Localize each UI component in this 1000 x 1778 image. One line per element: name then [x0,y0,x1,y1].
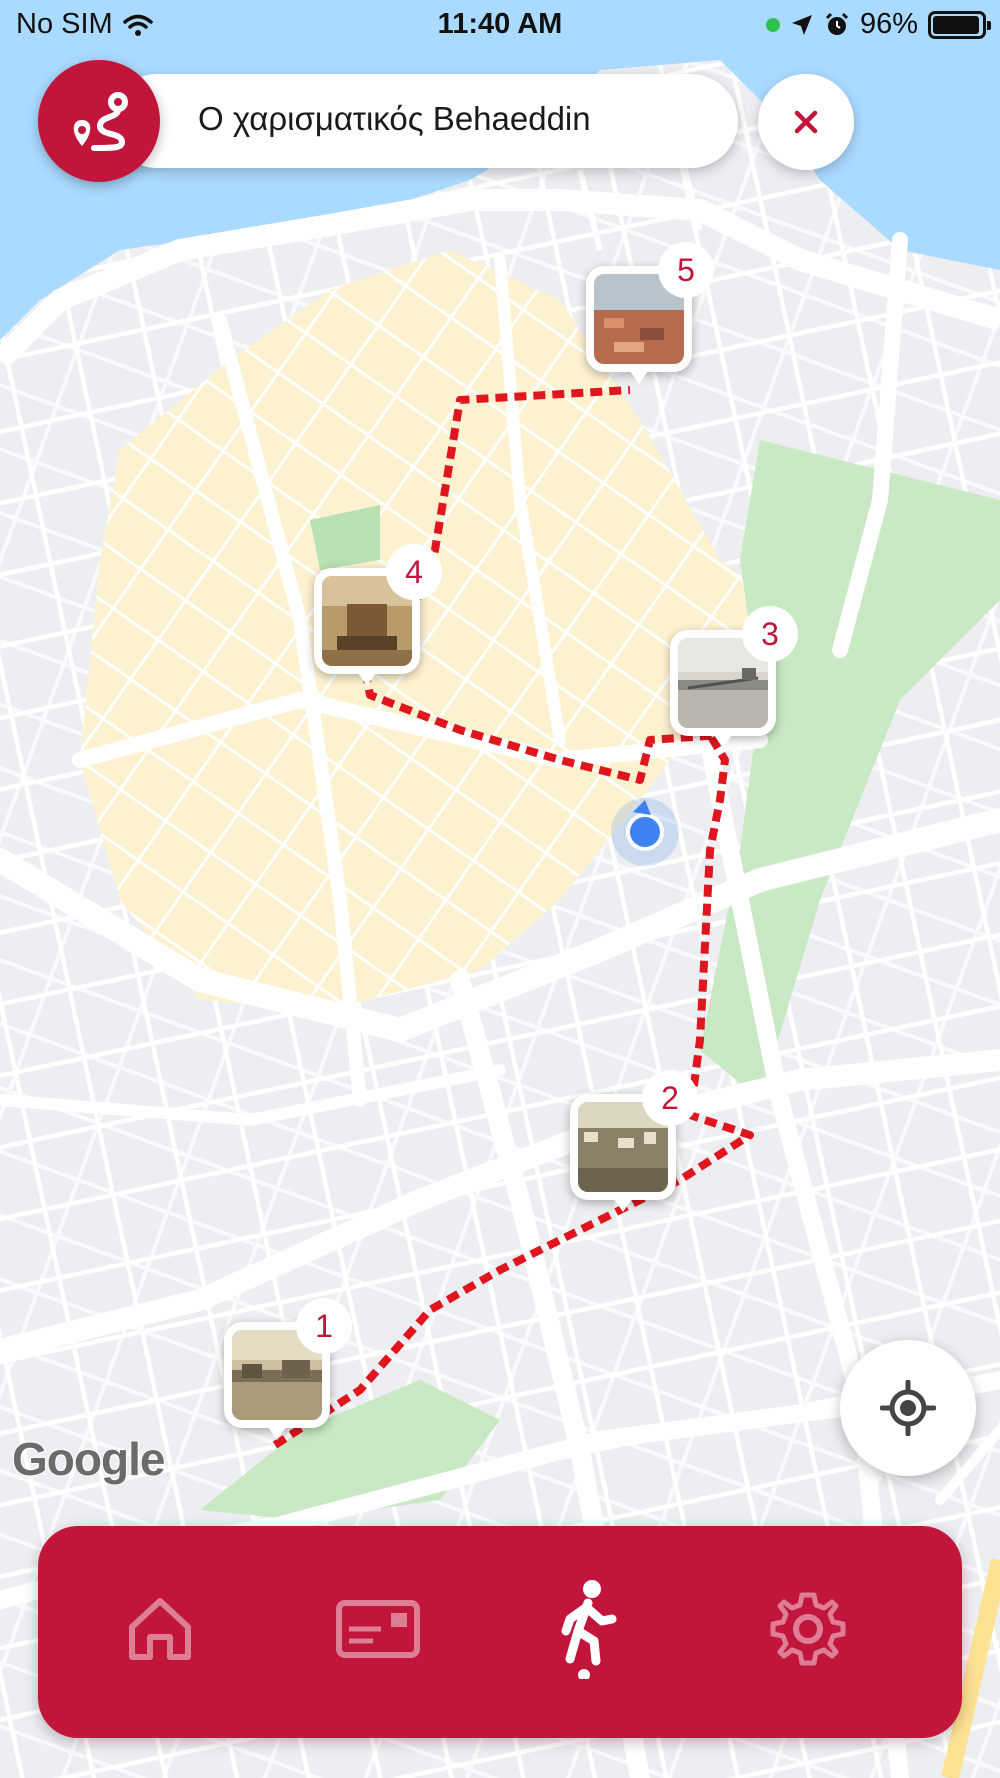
stop-marker-4[interactable]: 4 [314,544,442,686]
stop-number-badge: 5 [658,242,714,298]
attribution-text: Google [11,1432,166,1486]
battery-icon [928,10,991,39]
google-attribution: Google [11,1432,166,1486]
route-icon [73,92,128,151]
stop-marker-2[interactable]: 2 [570,1070,698,1212]
stop-marker-1[interactable]: 1 [224,1298,352,1440]
location-arrow-icon [791,14,812,35]
route-title: Ο χαρισματικός Behaeddin [198,100,591,137]
stop-marker-3[interactable]: 3 [670,606,798,748]
stop-number-badge: 2 [642,1070,698,1126]
close-icon [794,110,818,134]
camera-indicator-dot [765,17,780,32]
nav-routes[interactable] [533,1576,643,1686]
battery-fill [933,15,980,34]
postcard-icon [333,1589,423,1674]
status-left: No SIM [16,8,153,41]
close-button[interactable] [758,74,854,170]
status-right: 96% [765,8,991,41]
nav-home[interactable] [105,1576,215,1686]
route-title-bar[interactable]: Ο χαρισματικός Behaeddin [110,74,738,168]
bottom-navigation [38,1526,962,1738]
nav-settings[interactable] [753,1576,863,1686]
walking-icon [548,1579,628,1684]
home-icon [120,1589,200,1674]
wifi-icon [122,14,153,36]
stop-number-badge: 1 [296,1298,352,1354]
stop-number-badge: 3 [742,606,798,662]
route-button[interactable] [38,60,160,182]
alarm-icon [825,12,849,35]
nav-postcards[interactable] [323,1576,433,1686]
map-canvas[interactable] [0,0,1000,1778]
settings-icon [768,1589,848,1674]
stop-marker-5[interactable]: 5 [586,242,714,384]
status-bar: No SIM 11:40 AM 96% [0,0,1000,52]
my-location-icon [880,1380,936,1436]
my-location-button[interactable] [840,1340,976,1476]
battery-percent: 96% [859,8,918,40]
stop-number: 1 [315,1307,333,1344]
stop-number: 4 [405,553,423,590]
user-location [611,798,679,866]
carrier-label: No SIM [16,8,113,40]
stop-number: 2 [661,1079,679,1116]
stop-number: 3 [761,615,779,652]
stop-number: 5 [677,251,695,288]
stop-number-badge: 4 [386,544,442,600]
